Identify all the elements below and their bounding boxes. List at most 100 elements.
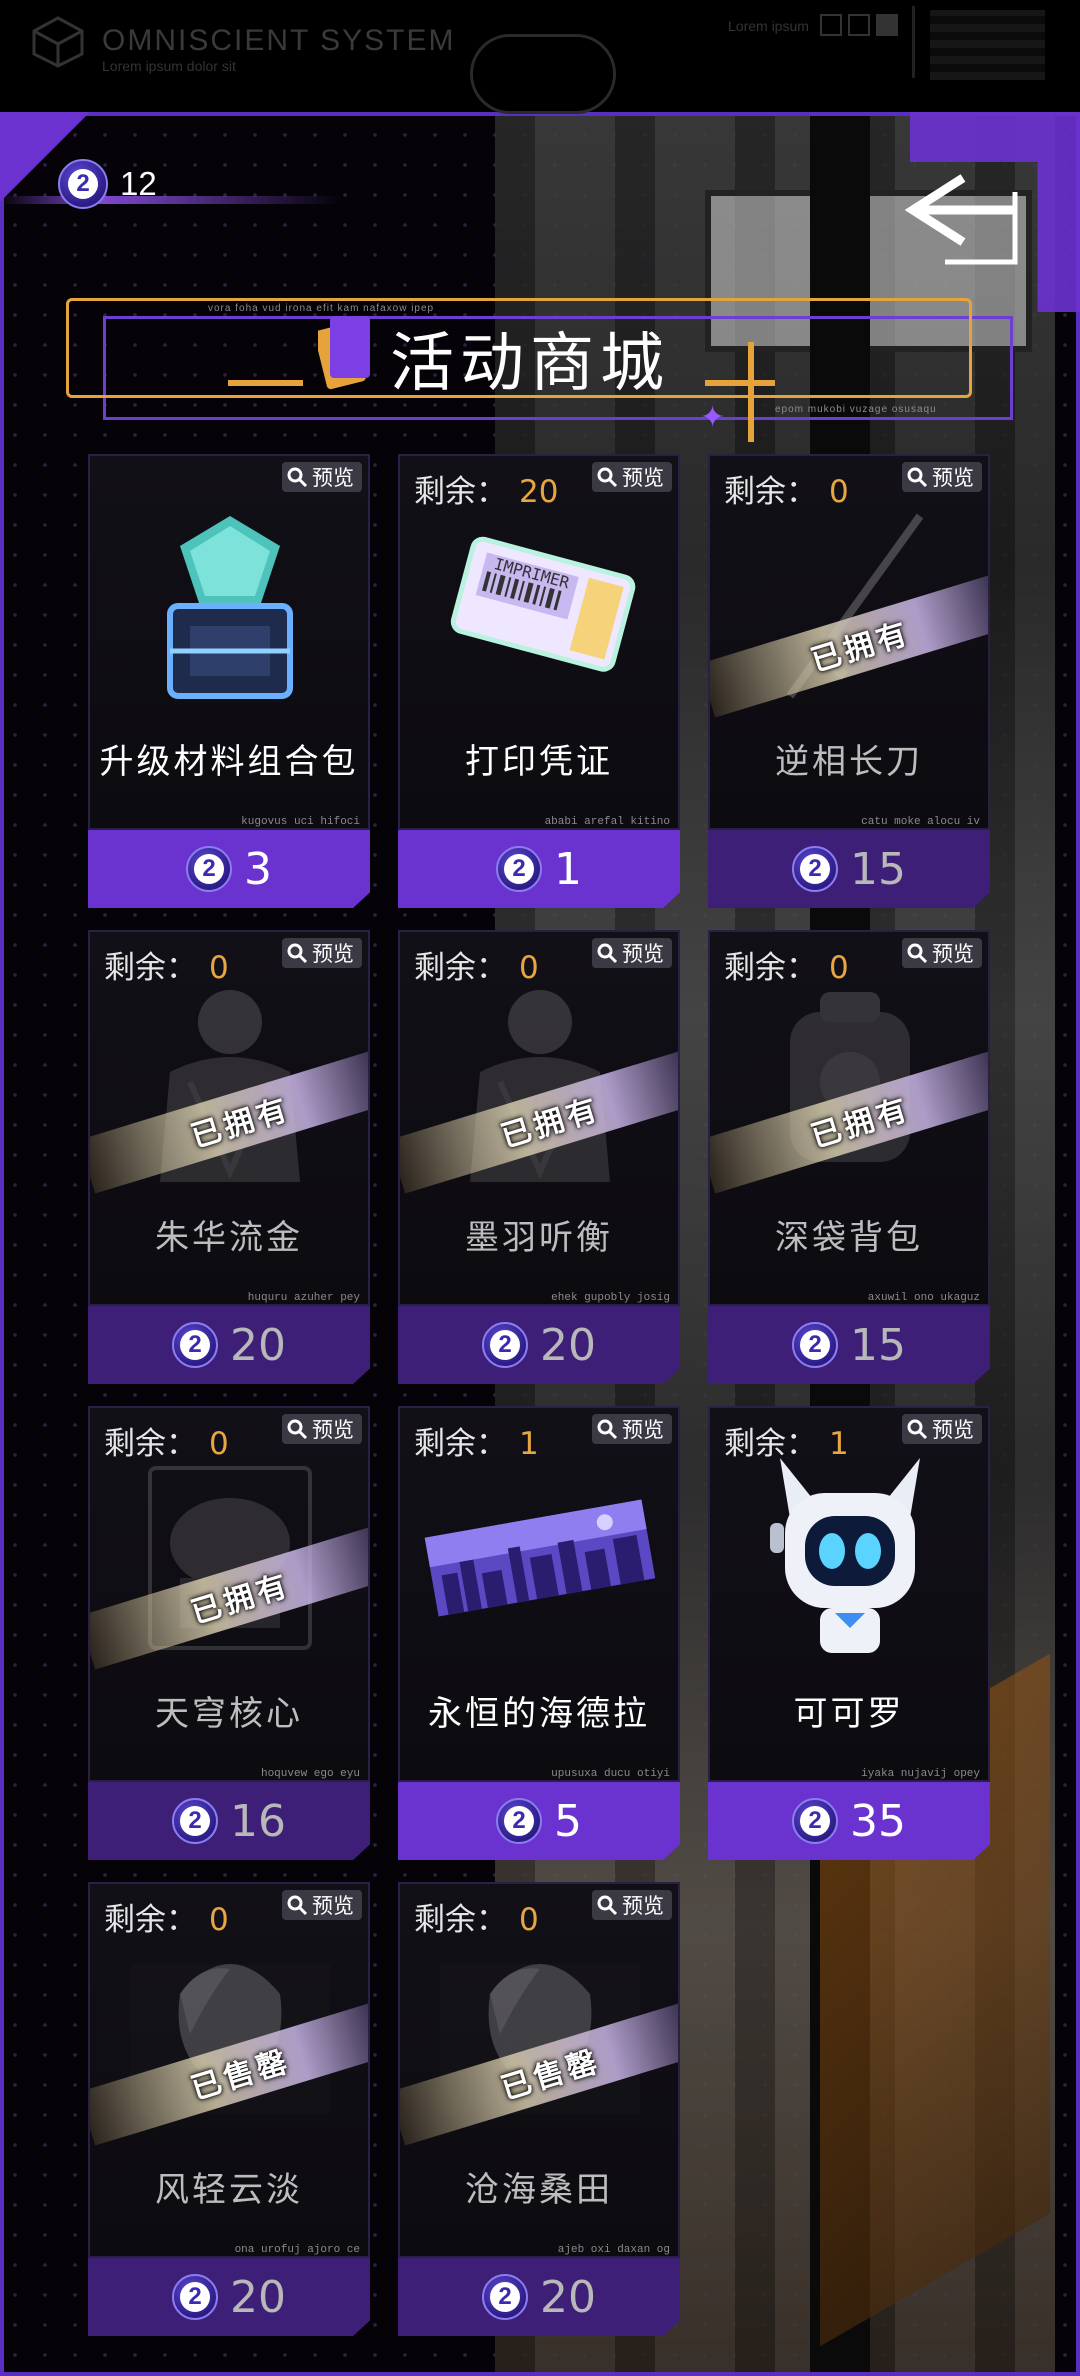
status-divider — [912, 6, 915, 78]
item-price: 20 — [230, 2271, 286, 2323]
preview-button[interactable]: 预览 — [902, 1414, 982, 1444]
shop-item-card[interactable]: 预览 升级材料组合包 kugovus uci hifoci 2 3 — [88, 454, 370, 908]
item-price: 15 — [850, 1319, 906, 1371]
price-button[interactable]: 2 20 — [88, 1306, 370, 1384]
item-card-body: 剩余： 0 预览 已拥有 朱华流金 huquru azuher pey — [88, 930, 370, 1306]
magnifier-icon — [597, 1419, 618, 1440]
preview-button[interactable]: 预览 — [902, 462, 982, 492]
item-card-body: 剩余： 0 预览 已售罄 沧海桑田 ajeb oxi daxan og — [398, 1882, 680, 2258]
preview-button[interactable]: 预览 — [592, 938, 672, 968]
price-button[interactable]: 2 16 — [88, 1782, 370, 1860]
status-right-label: Lorem ipsum — [728, 18, 809, 34]
shop-item-card[interactable]: 剩余： 0 预览 已拥有 深袋背包 axuwil ono ukaguz 2 15 — [708, 930, 990, 1384]
price-button[interactable]: 2 15 — [708, 830, 990, 908]
magnifier-icon — [287, 1419, 308, 1440]
shop-item-card[interactable]: 剩余： 0 预览 已售罄 风轻云淡 ona urofuj ajoro ce 2 20 — [88, 1882, 370, 2336]
item-code-text: iyaka nujavij opey — [861, 1768, 980, 1780]
price-button[interactable]: 25 — [398, 1782, 680, 1860]
status-icons-cluster — [930, 10, 1045, 80]
item-code-text: ababi arefal kitino — [544, 816, 670, 828]
item-card-body: 剩余： 0 预览 已拥有 深袋背包 axuwil ono ukaguz — [708, 930, 990, 1306]
item-code-text: axuwil ono ukaguz — [867, 1292, 980, 1304]
preview-button[interactable]: 预览 — [282, 462, 362, 492]
preview-button[interactable]: 预览 — [592, 1890, 672, 1920]
magnifier-icon — [287, 943, 308, 964]
shop-item-card[interactable]: 剩余： 0 预览 已拥有 逆相长刀 catu moke alocu iv 2 15 — [708, 454, 990, 908]
price-button[interactable]: 2 20 — [398, 1306, 680, 1384]
city-banner-icon — [420, 1448, 660, 1668]
currency-display: 2 12 — [58, 158, 157, 210]
magnifier-icon — [597, 467, 618, 488]
status-square-icon — [820, 14, 842, 36]
item-card-body: 剩余： 20 预览 IMPRIMER 打印凭证 ababi arefal kitino — [398, 454, 680, 830]
currency-amount: 12 — [120, 165, 157, 202]
preview-button[interactable]: 预览 — [592, 462, 672, 492]
magnifier-icon — [597, 943, 618, 964]
preview-button[interactable]: 预览 — [282, 1414, 362, 1444]
preview-button[interactable]: 预览 — [902, 938, 982, 968]
item-name: 沧海桑田 — [465, 2170, 613, 2210]
stardust-coin-icon: 2 — [496, 1798, 542, 1844]
item-code-text: catu moke alocu iv — [861, 816, 980, 828]
preview-button[interactable]: 预览 — [282, 1890, 362, 1920]
item-card-body: 预览 升级材料组合包 kugovus uci hifoci — [88, 454, 370, 830]
preview-button[interactable]: 预览 — [282, 938, 362, 968]
item-name: 逆相长刀 — [775, 742, 923, 782]
camera-notch — [470, 34, 616, 114]
omniscient-logo-icon — [32, 16, 84, 68]
item-price: 5 — [554, 1795, 582, 1847]
preview-label: 预览 — [622, 1418, 664, 1442]
item-price: 20 — [540, 2271, 596, 2323]
magnifier-icon — [907, 943, 928, 964]
preview-label: 预览 — [312, 1894, 354, 1918]
title-decoration-vertical — [748, 342, 754, 442]
item-card-body: 剩余： 1 预览 可可罗 iyaka nujavij opey — [708, 1406, 990, 1782]
stardust-coin-icon: 2 — [172, 1798, 218, 1844]
price-button[interactable]: 2 20 — [398, 2258, 680, 2336]
status-cross-icon — [848, 14, 870, 36]
shop-item-card[interactable]: 剩余： 0 预览 已拥有 墨羽听衡 ehek gupobly josig 2 20 — [398, 930, 680, 1384]
item-price: 20 — [230, 1319, 286, 1371]
shop-item-card[interactable]: 剩余： 0 预览 已拥有 天穹核心 hoquvew ego eyu 2 16 — [88, 1406, 370, 1860]
price-button[interactable]: 2 20 — [88, 2258, 370, 2336]
print-ticket-icon: IMPRIMER — [440, 496, 640, 716]
preview-label: 预览 — [312, 942, 354, 966]
item-code-text: ajeb oxi daxan og — [557, 2244, 670, 2256]
item-name: 风轻云淡 — [155, 2170, 303, 2210]
preview-label: 预览 — [932, 942, 974, 966]
item-code-text: ona urofuj ajoro ce — [234, 2244, 360, 2256]
stardust-coin-icon: 2 — [496, 846, 542, 892]
price-button[interactable]: 21 — [398, 830, 680, 908]
stardust-coin-icon: 2 — [186, 846, 232, 892]
item-price: 35 — [850, 1795, 906, 1847]
item-code-text: hoquvew ego eyu — [260, 1768, 360, 1780]
item-name: 深袋背包 — [775, 1218, 923, 1258]
shop-item-card[interactable]: 剩余： 0 预览 已售罄 沧海桑田 ajeb oxi daxan og 2 20 — [398, 1882, 680, 2336]
shop-item-card[interactable]: 剩余： 1 预览 可可罗 iyaka nujavij opey 2 35 — [708, 1406, 990, 1860]
shop-item-card[interactable]: 剩余： 0 预览 已拥有 朱华流金 huquru azuher pey 2 20 — [88, 930, 370, 1384]
magnifier-icon — [907, 1419, 928, 1440]
item-price: 3 — [244, 843, 272, 895]
preview-label: 预览 — [312, 466, 354, 490]
item-name: 朱华流金 — [155, 1218, 303, 1258]
currency-glow — [0, 196, 340, 204]
item-code-text: ehek gupobly josig — [551, 1292, 670, 1304]
price-button[interactable]: 23 — [88, 830, 370, 908]
price-button[interactable]: 2 15 — [708, 1306, 990, 1384]
shop-item-card[interactable]: 剩余： 1 预览 永恒的海德拉 upusuxa ducu otiyi 2 5 — [398, 1406, 680, 1860]
item-price: 16 — [230, 1795, 286, 1847]
item-name: 天穹核心 — [155, 1694, 303, 1734]
system-subtitle: Lorem ipsum dolor sit — [102, 58, 236, 74]
back-arrow-icon[interactable] — [905, 170, 1030, 270]
price-button[interactable]: 2 35 — [708, 1782, 990, 1860]
title-decoration-right — [705, 380, 775, 386]
preview-label: 预览 — [312, 1418, 354, 1442]
shop-item-card[interactable]: 剩余： 20 预览 IMPRIMER 打印凭证 ababi arefal kitino 2 1 — [398, 454, 680, 908]
item-price: 15 — [850, 843, 906, 895]
status-bar: OMNISCIENT SYSTEM Lorem ipsum dolor sit … — [0, 0, 1080, 114]
item-card-body: 剩余： 1 预览 永恒的海德拉 upusuxa ducu otiyi — [398, 1406, 680, 1782]
item-code-text: huquru azuher pey — [247, 1292, 360, 1304]
item-name: 可可罗 — [793, 1694, 905, 1734]
preview-button[interactable]: 预览 — [592, 1414, 672, 1444]
magnifier-icon — [287, 467, 308, 488]
